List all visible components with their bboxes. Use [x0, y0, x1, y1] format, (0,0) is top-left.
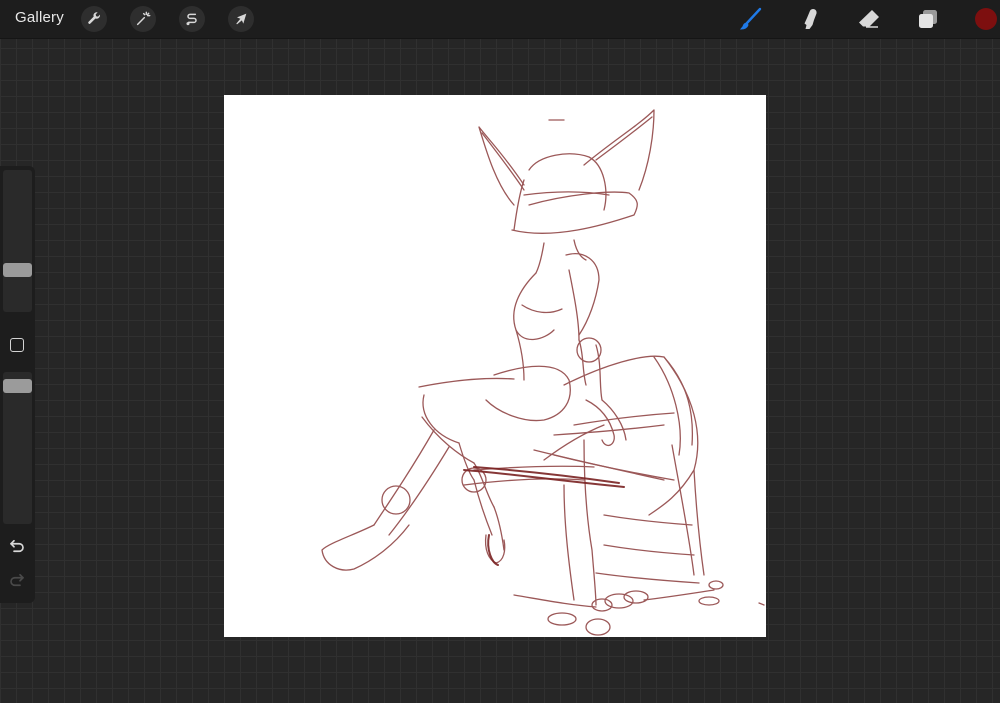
wrench-icon — [88, 12, 101, 24]
brush-tool-button[interactable] — [737, 6, 763, 32]
left-sidebar — [0, 166, 35, 603]
layers-icon — [919, 10, 937, 28]
layers-button[interactable] — [915, 6, 941, 32]
top-toolbar: Gallery — [0, 0, 1000, 39]
adjustments-button[interactable] — [130, 6, 156, 32]
drawing-canvas[interactable] — [224, 95, 766, 637]
opacity-handle[interactable] — [3, 378, 32, 393]
modify-button[interactable] — [10, 338, 24, 352]
magic-wand-icon — [136, 11, 151, 26]
undo-button[interactable] — [8, 537, 26, 555]
smudge-finger-icon — [804, 9, 817, 29]
color-picker-button[interactable] — [975, 8, 997, 30]
arrow-cursor-icon — [236, 13, 247, 25]
redo-icon — [10, 573, 24, 587]
actions-button[interactable] — [81, 6, 107, 32]
selection-button[interactable] — [179, 6, 205, 32]
eraser-tool-button[interactable] — [856, 6, 882, 32]
eraser-icon — [859, 10, 879, 28]
opacity-slider[interactable] — [3, 372, 32, 524]
undo-icon — [10, 539, 24, 553]
transform-button[interactable] — [228, 6, 254, 32]
smudge-tool-button[interactable] — [797, 6, 823, 32]
brush-icon — [739, 7, 762, 30]
character-sketch — [321, 109, 765, 636]
gallery-button[interactable]: Gallery — [15, 9, 64, 26]
redo-button[interactable] — [8, 571, 26, 589]
selection-s-icon — [186, 13, 197, 26]
brush-size-slider[interactable] — [3, 170, 32, 312]
brush-size-handle[interactable] — [3, 263, 32, 278]
